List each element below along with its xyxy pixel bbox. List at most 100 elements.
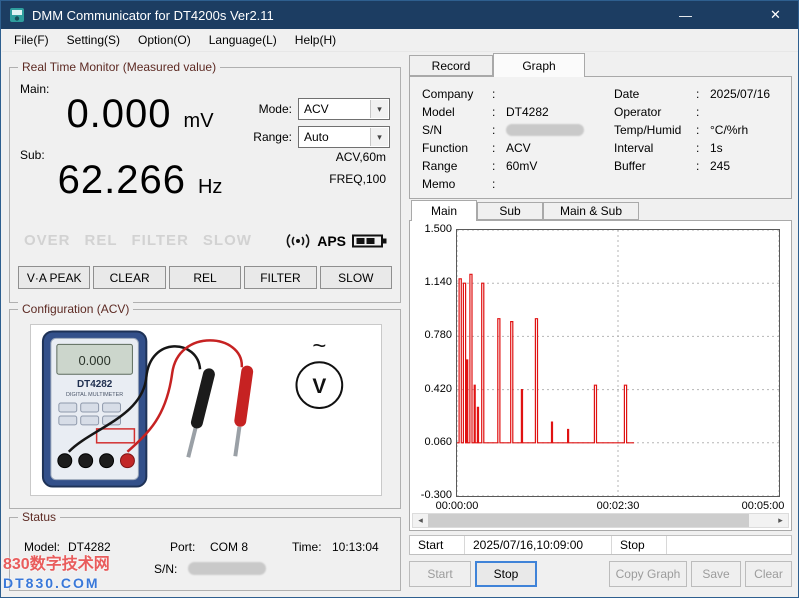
rel-indicator: REL (85, 232, 118, 249)
info-row-date: Date:2025/07/16 (614, 85, 770, 103)
scroll-left-icon[interactable]: ◂ (413, 514, 428, 527)
waveform-chart (457, 230, 779, 496)
tab-sub[interactable]: Sub (477, 202, 543, 220)
tab-main-and-sub[interactable]: Main & Sub (543, 202, 639, 220)
waveform-line (457, 274, 634, 443)
info-row-operator: Operator: (614, 103, 770, 121)
scrollbar-track[interactable] (428, 514, 773, 527)
port-label: Port: (170, 540, 195, 554)
clear-button[interactable]: CLEAR (93, 266, 165, 289)
sub-reading: 62.266 Hz (24, 158, 256, 203)
main-value: 0.000 (66, 92, 171, 137)
time-value: 10:13:04 (332, 540, 379, 554)
menu-file[interactable]: File(F) (5, 30, 58, 50)
range-select[interactable]: Auto ▾ (298, 126, 390, 148)
aps-cluster: APS (285, 233, 388, 249)
chart-panel: 1.5001.1400.7800.4200.060-0.300 00:00:00… (409, 220, 792, 531)
info-value: ACV (506, 141, 531, 155)
start-button[interactable]: Start (409, 561, 471, 587)
close-button[interactable]: ✕ (753, 1, 798, 29)
filter-indicator: FILTER (132, 232, 189, 249)
range-label: Range: (253, 130, 292, 144)
menu-setting[interactable]: Setting(S) (58, 30, 129, 50)
chevron-down-icon: ▾ (370, 100, 388, 118)
hookup-illustration: 0.000 DT4282 DIGITAL MULTIMETER (30, 324, 382, 496)
range-value: Auto (304, 130, 329, 144)
info-colon: : (696, 105, 704, 119)
copy-graph-button[interactable]: Copy Graph (609, 561, 687, 587)
y-tick-label: 0.420 (410, 383, 452, 395)
va-peak-button[interactable]: V·A PEAK (18, 266, 90, 289)
multimeter-illustration: 0.000 DT4282 DIGITAL MULTIMETER (31, 325, 381, 495)
annunciator-row: OVER REL FILTER SLOW APS (24, 232, 388, 249)
info-colon: : (492, 87, 500, 101)
info-column-left: Company: Model:DT4282 S/N: Function:ACV … (422, 85, 584, 193)
y-tick-label: 0.060 (410, 436, 452, 448)
time-label: Time: (292, 540, 322, 554)
info-value: 245 (710, 159, 730, 173)
sn-blurred-value (506, 124, 584, 136)
configuration-group: Configuration (ACV) 0.000 DT4282 DIGITAL… (9, 309, 401, 509)
menu-language[interactable]: Language(L) (200, 30, 286, 50)
stop-button[interactable]: Stop (475, 561, 537, 587)
maximize-button-slot (708, 1, 753, 29)
aps-label: APS (317, 233, 346, 249)
info-label: Interval (614, 141, 696, 155)
model-label: Model: (24, 540, 60, 554)
status-group: Status Model: DT4282 Port: COM 8 Time: 1… (9, 517, 401, 591)
tab-graph[interactable]: Graph (493, 53, 585, 77)
horizontal-scrollbar[interactable]: ◂ ▸ (412, 513, 789, 528)
y-tick-label: 0.780 (410, 329, 452, 341)
scroll-right-icon[interactable]: ▸ (773, 514, 788, 527)
mode-select[interactable]: ACV ▾ (298, 98, 390, 120)
x-tick-label: 00:02:30 (590, 500, 646, 512)
info-label: Model (422, 105, 492, 119)
ac-wave-glyph: ~ (312, 332, 326, 359)
menu-option[interactable]: Option(O) (129, 30, 200, 50)
scrollbar-thumb[interactable] (428, 514, 749, 527)
info-row-model: Model:DT4282 (422, 103, 584, 121)
y-tick-label: 1.140 (410, 276, 452, 288)
clear-button[interactable]: Clear (745, 561, 792, 587)
info-row-sn: S/N: (422, 121, 584, 139)
info-row-range: Range:60mV (422, 157, 584, 175)
chevron-down-icon: ▾ (370, 128, 388, 146)
plot-area (456, 229, 780, 497)
mode-label: Mode: (259, 102, 292, 116)
x-tick-label: 00:00:00 (429, 500, 485, 512)
mode-row: Mode: ACV ▾ (259, 98, 390, 120)
antenna-icon (285, 233, 311, 249)
menu-bar: File(F) Setting(S) Option(O) Language(L)… (2, 29, 799, 52)
rel-button[interactable]: REL (169, 266, 241, 289)
device-model-text: DT4282 (77, 379, 113, 390)
tab-record[interactable]: Record (409, 55, 493, 76)
record-status-bar: Start 2025/07/16,10:09:00 Stop (409, 535, 792, 555)
main-reading: 0.000 mV (24, 92, 256, 137)
mode-value: ACV (304, 102, 329, 116)
save-button[interactable]: Save (691, 561, 741, 587)
filter-button[interactable]: FILTER (244, 266, 316, 289)
sub-unit: Hz (198, 176, 222, 199)
minimize-button[interactable]: — (663, 1, 708, 29)
info-label: Date (614, 87, 696, 101)
tab-main[interactable]: Main (411, 200, 477, 221)
voltage-symbol: V (312, 375, 326, 398)
ac-source-symbol: ~ V (296, 332, 342, 408)
range-row: Range: Auto ▾ (253, 126, 390, 148)
record-stop-value (667, 536, 791, 554)
info-label: Buffer (614, 159, 696, 173)
group-title: Configuration (ACV) (18, 302, 133, 316)
record-stop-label: Stop (612, 536, 667, 554)
monitor-button-row: V·A PEAK CLEAR REL FILTER SLOW (18, 266, 392, 289)
info-row-company: Company: (422, 85, 584, 103)
titlebar: DMM Communicator for DT4200s Ver2.11 — ✕ (1, 1, 798, 29)
info-colon: : (696, 159, 704, 173)
realtime-monitor-group: Real Time Monitor (Measured value) Main:… (9, 67, 401, 303)
black-probe (182, 367, 216, 459)
info-label: Function (422, 141, 492, 155)
range-info-text: ACV,60m (336, 150, 386, 164)
info-label: Company (422, 87, 492, 101)
menu-help[interactable]: Help(H) (286, 30, 345, 50)
slow-button[interactable]: SLOW (320, 266, 392, 289)
info-value: °C/%rh (710, 123, 748, 137)
